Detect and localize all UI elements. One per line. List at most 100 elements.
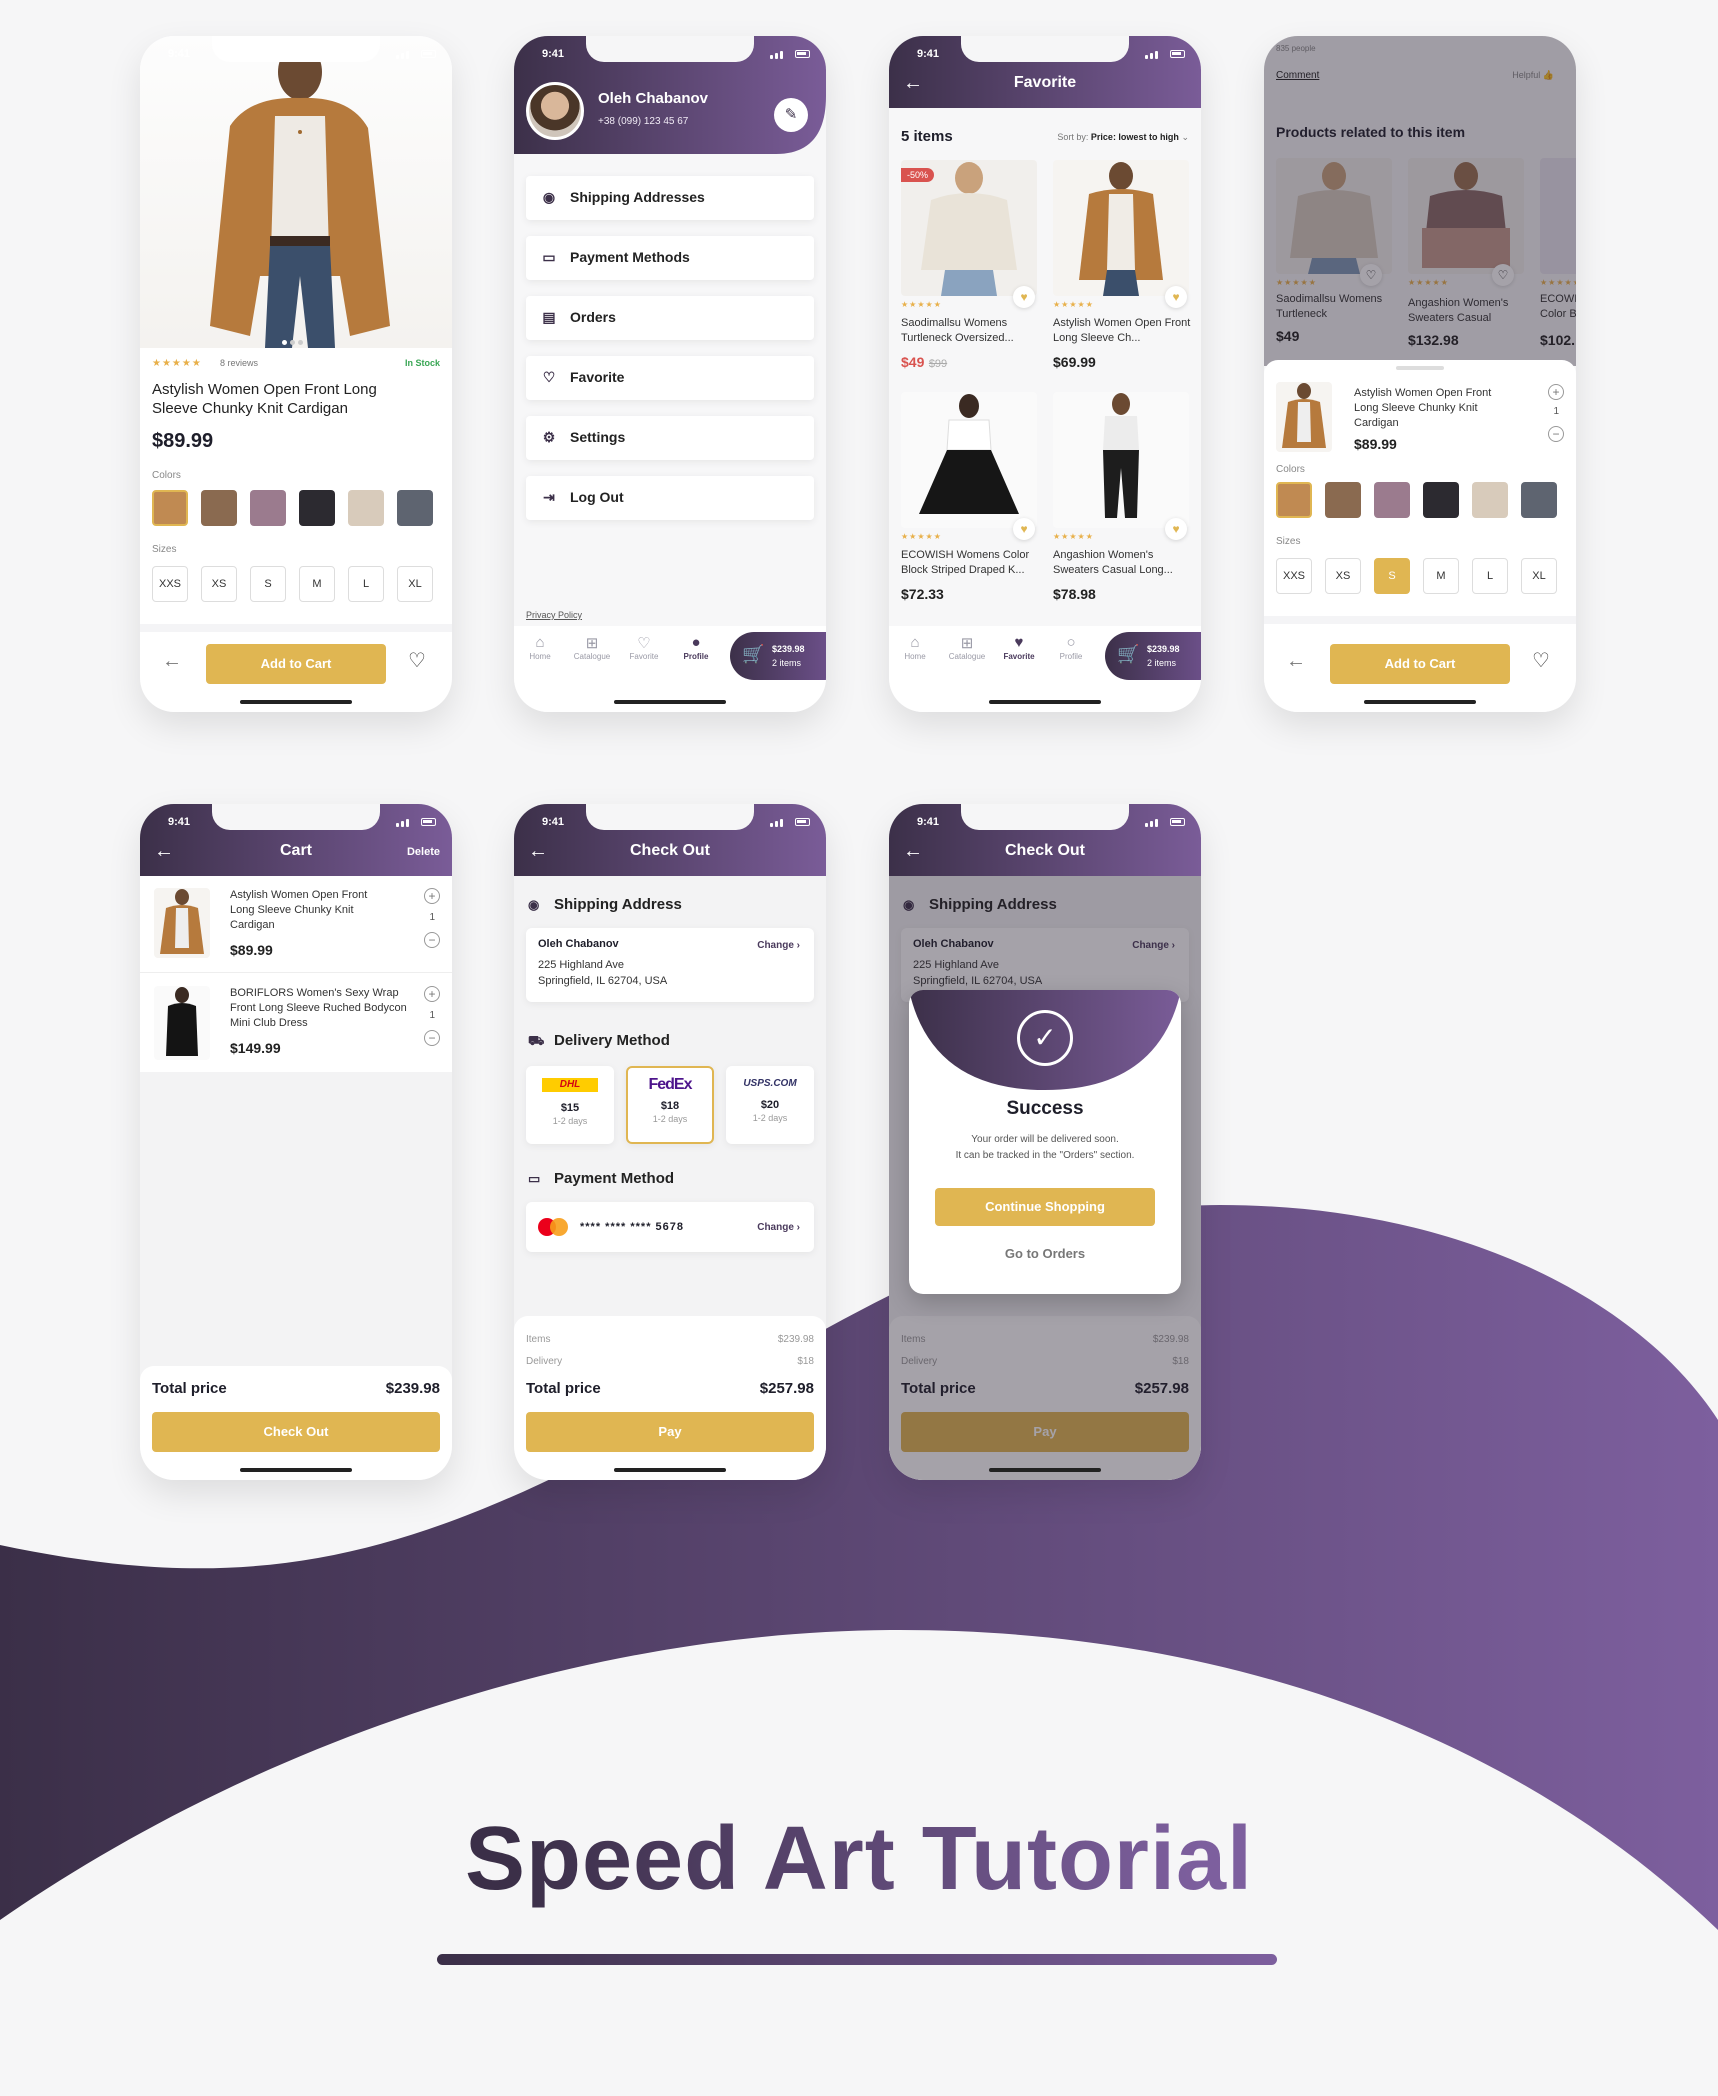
tab-catalogue[interactable]: ⊞ Catalogue [945,634,989,661]
heart-icon[interactable]: ♡ [408,648,426,673]
product-image[interactable] [901,392,1037,528]
plus-icon[interactable]: + [424,986,440,1002]
color-swatch[interactable] [397,490,433,526]
status-bar: 9:41 [889,36,1201,74]
menu-log-out[interactable]: ⇥ Log Out [526,476,814,520]
color-swatch[interactable] [1276,482,1312,518]
change-address-link[interactable]: Change › [757,940,800,951]
quantity-value: 1 [429,1010,435,1021]
color-swatch[interactable] [250,490,286,526]
add-to-cart-button[interactable]: Add to Cart [1330,644,1510,684]
carrier-option[interactable]: DHL $15 1-2 days [526,1066,614,1144]
color-swatch[interactable] [152,490,188,526]
size-option[interactable]: XXS [1276,558,1312,594]
go-to-orders-link[interactable]: Go to Orders [909,1246,1181,1261]
product-image[interactable] [1053,392,1189,528]
menu-orders[interactable]: ▤ Orders [526,296,814,340]
size-option[interactable]: XXS [152,566,188,602]
size-option[interactable]: XS [201,566,237,602]
color-swatch[interactable] [299,490,335,526]
location-pin-icon: ◉ [528,897,540,912]
color-swatch[interactable] [348,490,384,526]
tab-home[interactable]: ⌂ Home [893,634,937,661]
edit-pencil-icon[interactable]: ✎ [774,98,808,132]
color-swatch[interactable] [1423,482,1459,518]
heart-icon: ♥ [1014,634,1024,651]
menu-payment-methods[interactable]: ▭ Payment Methods [526,236,814,280]
avatar[interactable] [526,82,584,140]
minus-icon[interactable]: − [424,1030,440,1046]
total-label: Total price [152,1380,227,1397]
check-out-button[interactable]: Check Out [152,1412,440,1452]
tab-favorite[interactable]: ♥ Favorite [997,634,1041,661]
gear-icon: ⚙ [542,429,556,445]
size-option[interactable]: L [348,566,384,602]
pay-button[interactable]: Pay [526,1412,814,1452]
home-icon: ⌂ [910,634,920,651]
tab-profile[interactable]: ○ Profile [1049,634,1093,661]
sizes-label: Sizes [152,544,177,555]
color-swatch[interactable] [1472,482,1508,518]
tab-home[interactable]: ⌂ Home [518,634,562,661]
cart-pill-items: 2 items [1147,658,1177,668]
size-option[interactable]: XL [1521,558,1557,594]
tab-favorite[interactable]: ♡ Favorite [622,634,666,661]
colors-label: Colors [1276,464,1305,475]
credit-card-icon: ▭ [528,1171,541,1186]
minus-icon[interactable]: − [424,932,440,948]
product-price: $69.99 [1053,354,1096,370]
size-option[interactable]: M [299,566,335,602]
add-to-cart-button[interactable]: Add to Cart [206,644,386,684]
tab-profile[interactable]: ● Profile [674,634,718,661]
back-arrow-icon[interactable]: ← [162,650,182,673]
sort-dropdown[interactable]: Sort by: Price: lowest to high ⌄ [1057,132,1189,143]
carrier-option[interactable]: USPS.COM $20 1-2 days [726,1066,814,1144]
heart-icon[interactable]: ♥ [1013,286,1035,308]
page-title: Favorite [1013,74,1077,91]
size-option[interactable]: M [1423,558,1459,594]
size-option[interactable]: L [1472,558,1508,594]
size-option[interactable]: S [250,566,286,602]
rating-stars-icon: ★★★★★ [901,532,942,541]
sheet-handle[interactable] [1396,366,1444,370]
privacy-policy-link[interactable]: Privacy Policy [526,610,582,620]
carrier-option-selected[interactable]: FedEx $18 1-2 days [626,1066,714,1144]
success-message-1: Your order will be delivered soon. [971,1134,1119,1145]
menu-favorite[interactable]: ♡ Favorite [526,356,814,400]
heart-icon[interactable]: ♡ [1532,648,1550,673]
color-swatch[interactable] [1374,482,1410,518]
heart-icon[interactable]: ♥ [1013,518,1035,540]
reviews-count[interactable]: 8 reviews [220,358,258,368]
menu-shipping-addresses[interactable]: ◉ Shipping Addresses [526,176,814,220]
size-option-selected[interactable]: S [1374,558,1410,594]
change-card-link[interactable]: Change › [757,1222,800,1233]
cart-pill[interactable]: 🛒 $239.98 2 items [730,632,826,680]
items-count: 5 items [901,128,953,145]
plus-icon[interactable]: + [1548,384,1564,400]
size-option[interactable]: XL [397,566,433,602]
product-image[interactable] [1053,160,1189,296]
product-image[interactable]: -50% [901,160,1037,296]
address-line-2: Springfield, IL 62704, USA [538,975,668,987]
color-swatch[interactable] [1521,482,1557,518]
shipping-section-title: ◉ Shipping Address [528,896,682,913]
tab-catalogue[interactable]: ⊞ Catalogue [570,634,614,661]
menu-settings[interactable]: ⚙ Settings [526,416,814,460]
size-selector: XXS XS S M L XL [1276,558,1576,594]
status-bar: 9:41 [889,804,1201,842]
color-swatch[interactable] [201,490,237,526]
size-option[interactable]: XS [1325,558,1361,594]
minus-icon[interactable]: − [1548,426,1564,442]
heart-icon[interactable]: ♥ [1165,518,1187,540]
back-arrow-icon[interactable]: ← [1286,650,1306,673]
cart-pill[interactable]: 🛒 $239.98 2 items [1105,632,1201,680]
plus-icon[interactable]: + [424,888,440,904]
heart-icon[interactable]: ♥ [1165,286,1187,308]
continue-shopping-button[interactable]: Continue Shopping [935,1188,1155,1226]
color-swatch[interactable] [1325,482,1361,518]
signal-icon [1145,817,1185,827]
delete-button[interactable]: Delete [407,846,440,858]
dim-overlay[interactable] [1264,36,1576,366]
carousel-dots[interactable] [282,332,312,345]
sheet-product-name: Astylish Women Open Front Long Sleeve Ch… [1354,387,1492,429]
